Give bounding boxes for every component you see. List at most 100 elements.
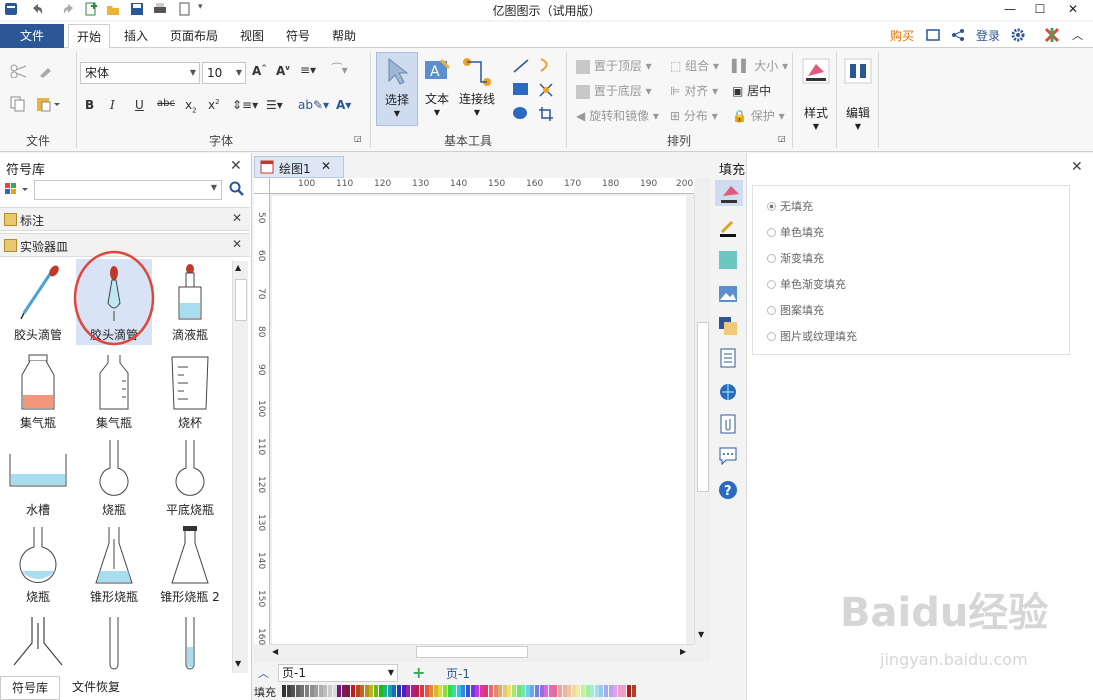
chevron-up-icon[interactable]: ︿ — [258, 665, 269, 681]
color-swatch[interactable] — [282, 685, 286, 697]
library-search-input[interactable]: ▼ — [34, 180, 222, 200]
color-swatch[interactable] — [378, 685, 383, 697]
color-swatch[interactable] — [305, 685, 309, 697]
group-button[interactable]: ⬚ 组合 ▾ — [670, 57, 719, 74]
settings-gear-icon[interactable] — [1010, 27, 1026, 46]
line-tool-icon[interactable] — [512, 58, 530, 77]
color-swatch[interactable] — [470, 685, 475, 697]
line-style-icon[interactable]: ⁀▾ — [332, 63, 348, 77]
style-button[interactable]: 样式 ▼ — [798, 54, 834, 144]
library-scrollbar[interactable]: ▲ ▼ — [232, 261, 248, 673]
color-swatch[interactable] — [608, 685, 613, 697]
symbol-flask[interactable]: 烧瓶 — [76, 434, 152, 520]
color-swatch[interactable] — [576, 685, 581, 697]
scroll-up-icon[interactable]: ▲ — [235, 263, 241, 272]
login-link[interactable]: 登录 — [968, 24, 1008, 48]
color-swatch[interactable] — [599, 685, 604, 697]
symbol-y-tube[interactable] — [0, 609, 76, 669]
color-swatch[interactable] — [387, 685, 392, 697]
symbol-round-flask[interactable]: 烧瓶 — [0, 521, 76, 607]
color-swatch[interactable] — [401, 685, 406, 697]
drawing-page[interactable] — [272, 196, 686, 646]
rotate-mirror-button[interactable]: ◀ 旋转和镜像 ▾ — [576, 107, 659, 124]
color-swatch[interactable] — [443, 685, 447, 697]
color-swatch[interactable] — [507, 685, 512, 697]
color-swatch[interactable] — [392, 685, 397, 697]
symbol-dropper-1[interactable]: 胶头滴管 — [0, 259, 76, 345]
scroll-down-icon[interactable]: ▼ — [235, 659, 241, 668]
center-button[interactable]: ▣ 居中 — [732, 82, 771, 99]
color-swatch[interactable] — [558, 685, 562, 697]
comment-icon[interactable] — [718, 446, 738, 466]
copy-icon[interactable] — [10, 96, 26, 115]
fill-option-picture-texture[interactable]: 图片或纹理填充 — [767, 328, 857, 344]
color-swatch[interactable] — [604, 685, 608, 697]
color-swatch[interactable] — [631, 685, 636, 697]
color-swatch[interactable] — [397, 685, 401, 697]
file-menu-tab[interactable]: 文件 — [0, 24, 64, 48]
color-swatch[interactable] — [502, 685, 507, 697]
scroll-left-icon[interactable]: ◀ — [272, 647, 278, 656]
close-icon[interactable]: ✕ — [230, 158, 242, 174]
color-swatch[interactable] — [374, 685, 378, 697]
line-spacing-icon[interactable]: ⇕≡▾ — [232, 98, 258, 112]
italic-icon[interactable]: I — [110, 98, 115, 112]
color-swatch[interactable] — [346, 685, 351, 697]
color-swatch[interactable] — [341, 685, 346, 697]
color-swatch[interactable] — [571, 685, 576, 697]
color-swatch[interactable] — [484, 685, 489, 697]
color-swatch[interactable] — [410, 685, 415, 697]
color-swatch[interactable] — [447, 685, 452, 697]
symbol-dropping-bottle[interactable]: 滴液瓶 — [152, 259, 228, 345]
distribute-button[interactable]: ⊞ 分布 ▾ — [670, 107, 718, 124]
edit-button[interactable]: 编辑 ▼ — [840, 54, 876, 144]
fill-option-single-gradient[interactable]: 单色渐变填充 — [767, 276, 846, 292]
shadow-icon[interactable] — [718, 250, 738, 270]
symbol-test-tube[interactable] — [76, 609, 152, 670]
format-painter-icon[interactable] — [10, 64, 28, 81]
close-icon[interactable]: ✕ — [321, 159, 331, 173]
symbol-gas-jar-2[interactable]: 集气瓶 — [76, 347, 152, 433]
protect-button[interactable]: 🔒 保护 ▾ — [732, 107, 785, 124]
color-swatch[interactable] — [286, 685, 291, 697]
color-swatch[interactable] — [548, 685, 553, 697]
page-select[interactable]: 页-1 ▼ — [278, 664, 398, 682]
help-icon[interactable]: ? — [718, 480, 738, 500]
align-button[interactable]: ⊫ 对齐 ▾ — [670, 82, 718, 99]
color-swatch[interactable] — [429, 685, 434, 697]
color-swatch[interactable] — [617, 685, 622, 697]
color-swatch[interactable] — [300, 685, 305, 697]
vertical-scrollbar[interactable]: ▼ — [694, 194, 710, 644]
minimize-button[interactable]: — — [995, 0, 1025, 20]
font-shrink-icon[interactable]: Av — [276, 64, 290, 78]
text-tool-button[interactable]: A 文本 ▼ — [420, 52, 454, 126]
symbol-gas-jar-1[interactable]: 集气瓶 — [0, 347, 76, 433]
horizontal-scrollbar[interactable]: ◀ ▶ — [270, 644, 694, 660]
bullet-list-icon[interactable]: ☰▾ — [266, 98, 283, 112]
color-swatch[interactable] — [415, 685, 420, 697]
tab-file-recovery[interactable]: 文件恢复 — [64, 676, 128, 700]
underline-icon[interactable]: U — [135, 98, 144, 112]
color-swatch[interactable] — [585, 685, 590, 697]
color-swatch[interactable] — [351, 685, 355, 697]
color-swatch[interactable] — [590, 685, 595, 697]
color-swatch[interactable] — [295, 685, 300, 697]
color-swatch[interactable] — [438, 685, 443, 697]
color-swatch[interactable] — [530, 685, 535, 697]
tab-symbol-library[interactable]: 符号库 — [0, 676, 60, 700]
bring-to-front-button[interactable]: 置于顶层 ▾ — [576, 57, 652, 74]
add-page-icon[interactable]: + — [412, 663, 425, 682]
color-swatch[interactable] — [539, 685, 544, 697]
color-swatch[interactable] — [525, 685, 530, 697]
crop-tool-icon[interactable] — [538, 106, 554, 125]
symbol-beaker[interactable]: 烧杯 — [152, 347, 228, 433]
color-swatch[interactable] — [498, 685, 503, 697]
search-icon[interactable] — [229, 181, 245, 200]
scroll-thumb[interactable] — [697, 322, 709, 492]
scroll-thumb[interactable] — [235, 279, 247, 321]
fill-tool-button[interactable] — [715, 180, 743, 206]
font-name-select[interactable]: 宋体 ▼ — [80, 62, 200, 84]
symbol-conical-flask-2[interactable]: 锥形烧瓶 2 — [152, 521, 228, 607]
share-icon[interactable] — [951, 28, 965, 45]
superscript-icon[interactable]: x2 — [208, 98, 220, 112]
